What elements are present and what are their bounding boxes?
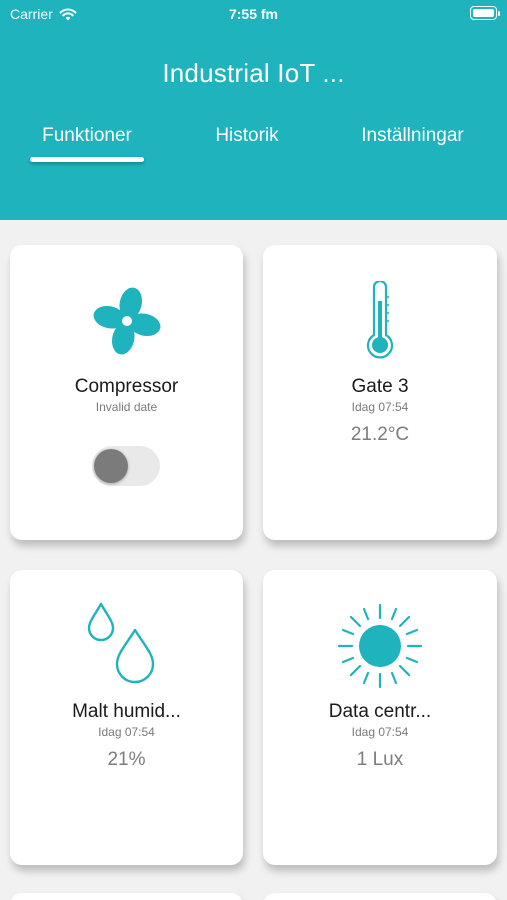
device-value: 21% — [107, 749, 146, 770]
fan-icon — [10, 285, 243, 357]
device-value: 21.2°C — [350, 424, 410, 445]
active-tab-indicator — [30, 157, 144, 162]
device-card-partial[interactable] — [10, 893, 243, 900]
device-timestamp: Idag 07:54 — [351, 400, 409, 414]
device-name: Data centr... — [328, 701, 432, 722]
device-card-data-center[interactable]: Data centr... Idag 07:54 1 Lux — [263, 570, 497, 865]
device-timestamp: Idag 07:54 — [98, 725, 155, 739]
device-card-compressor[interactable]: Compressor Invalid date — [10, 245, 243, 540]
water-drops-icon — [10, 602, 243, 688]
sun-icon — [263, 602, 497, 690]
device-value: 1 Lux — [356, 749, 404, 770]
device-name: Gate 3 — [351, 376, 409, 397]
thermometer-icon — [263, 281, 497, 361]
status-bar: Carrier 7:55 fm — [0, 0, 507, 28]
device-card-partial[interactable] — [263, 893, 497, 900]
device-name: Malt humid... — [72, 701, 181, 722]
page-title: Industrial IoT ... — [162, 58, 345, 88]
device-timestamp: Invalid date — [95, 400, 158, 414]
device-card-gate-3[interactable]: Gate 3 Idag 07:54 21.2°C — [263, 245, 497, 540]
tab-historik[interactable]: Historik — [190, 125, 304, 147]
status-time: 7:55 fm — [228, 6, 279, 22]
tab-installningar[interactable]: Inställningar — [345, 125, 480, 147]
app-header: Carrier 7:55 fm Industrial IoT ... Funkt… — [0, 0, 507, 220]
device-timestamp: Idag 07:54 — [351, 725, 409, 739]
switch-knob — [94, 449, 128, 483]
battery-icon — [470, 6, 500, 20]
device-name: Compressor — [74, 376, 179, 397]
device-card-malt-humidity[interactable]: Malt humid... Idag 07:54 21% — [10, 570, 243, 865]
tab-funktioner[interactable]: Funktioner — [20, 125, 154, 147]
compressor-switch[interactable] — [92, 446, 160, 486]
